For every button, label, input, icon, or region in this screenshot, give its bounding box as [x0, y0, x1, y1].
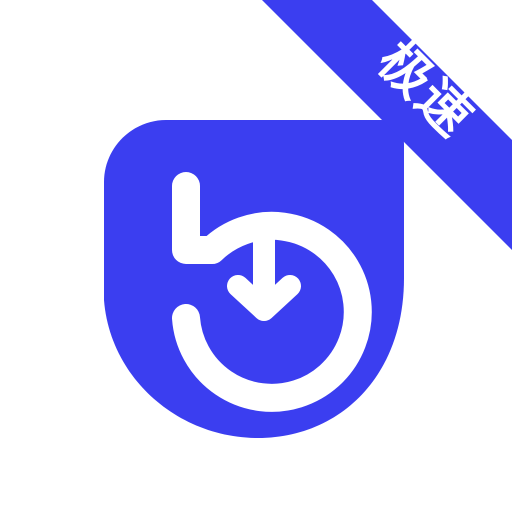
app-icon-canvas: 极速 [0, 0, 512, 512]
